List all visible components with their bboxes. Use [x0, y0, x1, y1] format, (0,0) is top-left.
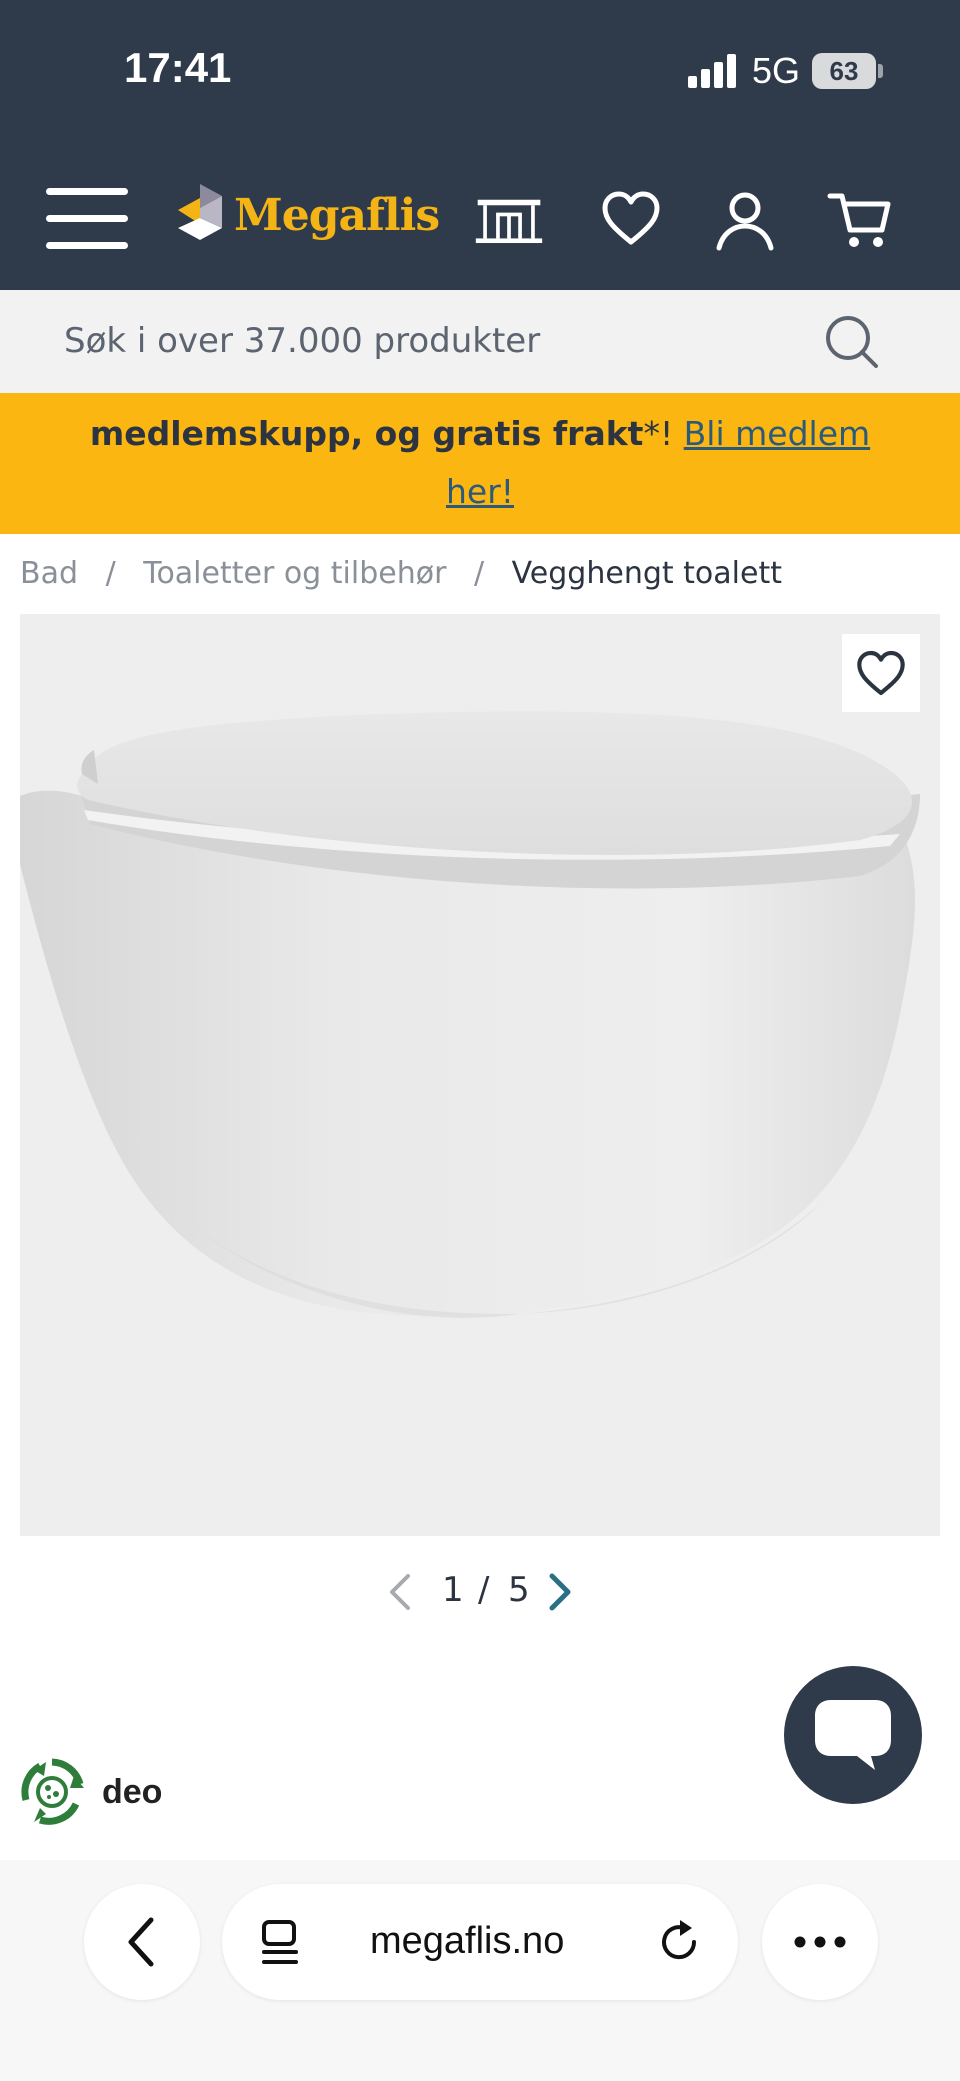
- promo-banner: medlemskupp, og gratis frakt*! Bli medle…: [0, 393, 960, 534]
- megaflis-logo[interactable]: Megaflis: [174, 180, 440, 260]
- pager-total: 5: [508, 1570, 530, 1610]
- search-bar: [0, 290, 960, 393]
- logo-mark-icon: [178, 184, 222, 240]
- reload-icon[interactable]: [654, 1916, 704, 1968]
- promo-asterisk: *: [643, 414, 660, 453]
- gallery-pager: 1 / 5: [380, 1566, 580, 1616]
- breadcrumb-separator: /: [473, 556, 485, 591]
- browser-toolbar: megaflis.no: [0, 1860, 960, 2081]
- status-time: 17:41: [124, 44, 232, 91]
- user-icon[interactable]: [710, 188, 780, 252]
- status-bar: 17:41 5G 63: [0, 0, 960, 150]
- battery-nub: [878, 64, 883, 78]
- pager-separator: /: [478, 1570, 490, 1610]
- deo-label: deo: [102, 1772, 163, 1811]
- favorite-button[interactable]: [842, 634, 920, 712]
- chevron-right-icon[interactable]: [546, 1572, 574, 1612]
- breadcrumb-separator: /: [105, 556, 116, 591]
- network-label: 5G: [752, 50, 801, 91]
- store-icon[interactable]: [474, 188, 544, 252]
- breadcrumb-item-bad[interactable]: Bad: [20, 556, 78, 591]
- hamburger-menu-icon[interactable]: [46, 186, 128, 252]
- promo-text: medlemskupp, og gratis frakt: [89, 414, 644, 453]
- heart-outline-icon: [857, 650, 905, 696]
- browser-back-button[interactable]: [84, 1884, 200, 2000]
- toilet-illustration: [20, 711, 920, 1318]
- chevron-left-icon[interactable]: [386, 1572, 414, 1612]
- battery-icon: 63: [812, 53, 876, 89]
- site-header: Megaflis: [0, 150, 960, 290]
- ellipsis-icon: [794, 1936, 846, 1948]
- promo-exclaim: !: [659, 414, 684, 453]
- more-options-button[interactable]: [762, 1884, 878, 2000]
- logo-text: Megaflis: [234, 190, 440, 241]
- breadcrumb: Bad / Toaletter og tilbehør / Vegghengt …: [20, 556, 782, 591]
- breadcrumb-item-toaletter[interactable]: Toaletter og tilbehør: [143, 556, 446, 591]
- tabs-list-icon: [262, 1920, 298, 1964]
- chevron-left-icon: [128, 1917, 154, 1967]
- breadcrumb-current: Vegghengt toalett: [511, 556, 782, 591]
- chat-bubble-icon: [815, 1700, 891, 1770]
- signal-icon: [688, 54, 736, 88]
- search-input[interactable]: [64, 318, 764, 364]
- deo-badge[interactable]: deo: [18, 1756, 162, 1828]
- address-bar[interactable]: megaflis.no: [222, 1884, 738, 2000]
- search-icon[interactable]: [822, 312, 882, 372]
- pager-current: 1: [442, 1570, 464, 1610]
- deo-recycle-icon: [21, 1758, 84, 1825]
- heart-icon[interactable]: [596, 188, 666, 252]
- product-image[interactable]: [20, 614, 940, 1536]
- url-text: megaflis.no: [370, 1920, 565, 1962]
- chat-button[interactable]: [784, 1666, 922, 1804]
- cart-icon[interactable]: [826, 188, 896, 252]
